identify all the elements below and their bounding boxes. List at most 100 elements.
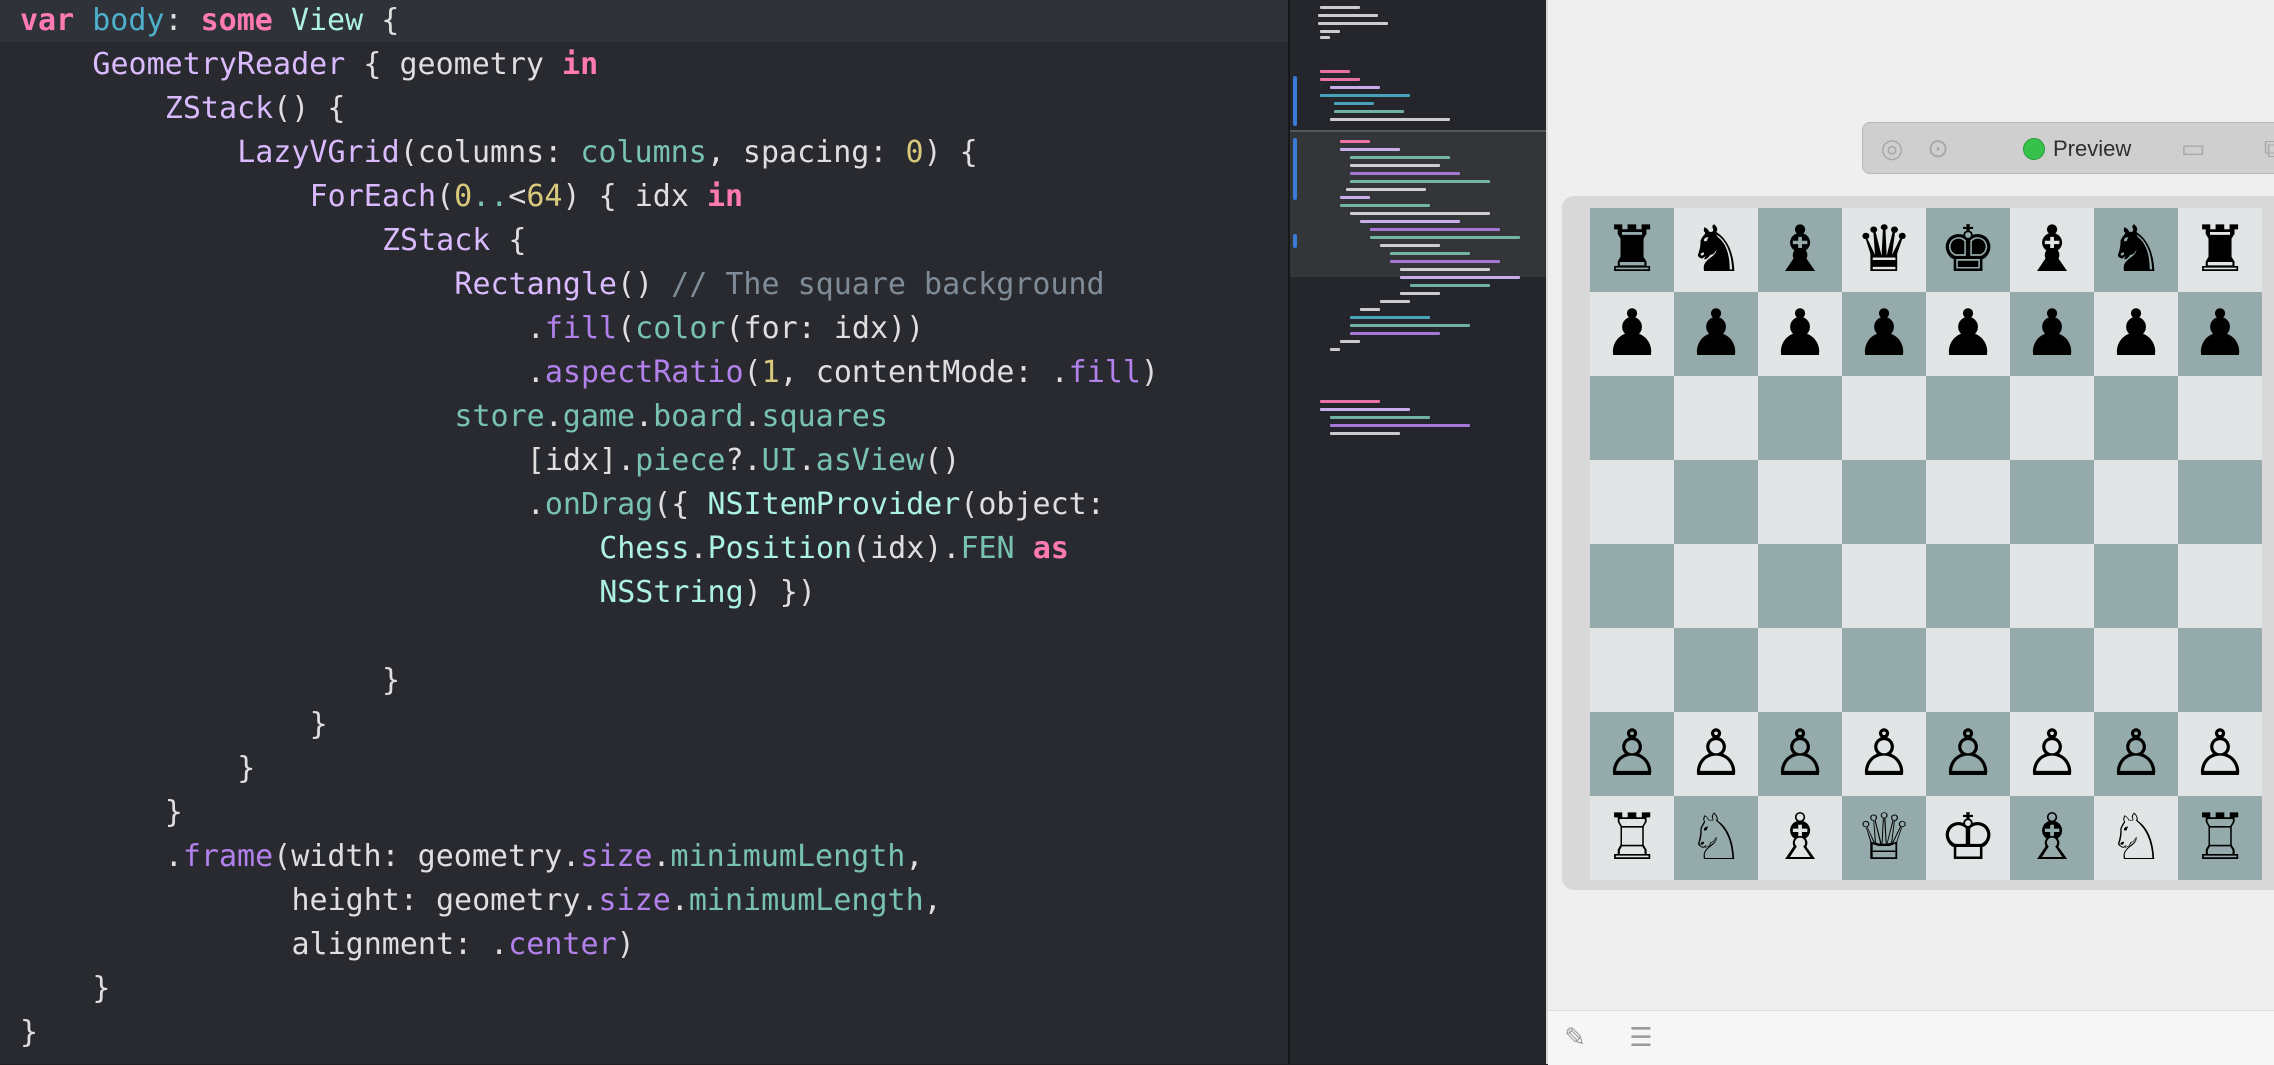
chess-square[interactable]: ♖ xyxy=(1590,796,1674,880)
chess-piece[interactable]: ♙ xyxy=(2023,712,2080,796)
chess-square[interactable]: ♔ xyxy=(1926,796,2010,880)
chess-piece[interactable]: ♞ xyxy=(2107,208,2164,292)
chess-square[interactable]: ♕ xyxy=(1842,796,1926,880)
chess-piece[interactable]: ♙ xyxy=(1855,712,1912,796)
chess-piece[interactable]: ♛ xyxy=(1855,208,1912,292)
chess-piece[interactable]: ♟ xyxy=(1771,292,1828,376)
chess-square[interactable] xyxy=(1674,544,1758,628)
chess-square[interactable] xyxy=(1674,376,1758,460)
chess-square[interactable] xyxy=(1674,460,1758,544)
chess-square[interactable] xyxy=(2094,376,2178,460)
chess-piece[interactable]: ♙ xyxy=(1771,712,1828,796)
chess-piece[interactable]: ♗ xyxy=(2023,796,2080,880)
chess-square[interactable]: ♞ xyxy=(1674,208,1758,292)
chess-piece[interactable]: ♜ xyxy=(2191,208,2248,292)
chess-square[interactable]: ♗ xyxy=(1758,796,1842,880)
chess-piece[interactable]: ♝ xyxy=(1771,208,1828,292)
chess-piece[interactable]: ♙ xyxy=(1939,712,1996,796)
chess-square[interactable] xyxy=(2010,628,2094,712)
chess-square[interactable]: ♟ xyxy=(1842,292,1926,376)
chess-piece[interactable]: ♕ xyxy=(1855,796,1912,880)
chess-square[interactable] xyxy=(1758,628,1842,712)
chess-square[interactable] xyxy=(1842,544,1926,628)
chess-square[interactable]: ♝ xyxy=(2010,208,2094,292)
minimap[interactable] xyxy=(1290,0,1546,1064)
chess-square[interactable] xyxy=(2010,460,2094,544)
chess-square[interactable]: ♙ xyxy=(1758,712,1842,796)
chess-piece[interactable]: ♟ xyxy=(2107,292,2164,376)
chess-piece[interactable]: ♙ xyxy=(1603,712,1660,796)
chess-square[interactable]: ♖ xyxy=(2178,796,2262,880)
chess-square[interactable] xyxy=(1758,544,1842,628)
chess-piece[interactable]: ♟ xyxy=(2023,292,2080,376)
preview-canvas[interactable]: ◎ ⊙ Preview ▭ ⧉ ♜ ♞ ♝ ♛ ♚ ♝ ♞ ♜ ♟ ♟ ♟ ♟ ♟ ♟ ♟ ♟ ♙ ♙ ♙ ♙ ♙ ♙ ♙ ♙… xyxy=(1546,0,2274,1065)
chess-square[interactable]: ♙ xyxy=(1926,712,2010,796)
chess-square[interactable] xyxy=(1758,460,1842,544)
chess-piece[interactable]: ♟ xyxy=(1939,292,1996,376)
chess-square[interactable]: ♙ xyxy=(1842,712,1926,796)
chess-square[interactable] xyxy=(2178,628,2262,712)
chess-square[interactable] xyxy=(1590,460,1674,544)
chess-square[interactable]: ♘ xyxy=(1674,796,1758,880)
chess-square[interactable]: ♙ xyxy=(2010,712,2094,796)
chess-square[interactable] xyxy=(1590,376,1674,460)
chess-square[interactable]: ♜ xyxy=(2178,208,2262,292)
chess-piece[interactable]: ♜ xyxy=(1603,208,1660,292)
chess-piece[interactable]: ♘ xyxy=(1687,796,1744,880)
chess-square[interactable]: ♞ xyxy=(2094,208,2178,292)
chess-piece[interactable]: ♗ xyxy=(1771,796,1828,880)
chess-square[interactable]: ♟ xyxy=(1758,292,1842,376)
chess-square[interactable] xyxy=(2094,544,2178,628)
chess-piece[interactable]: ♙ xyxy=(2107,712,2164,796)
chess-piece[interactable]: ♚ xyxy=(1939,208,1996,292)
chess-square[interactable]: ♚ xyxy=(1926,208,2010,292)
chess-square[interactable] xyxy=(1758,376,1842,460)
chess-square[interactable]: ♟ xyxy=(2094,292,2178,376)
chess-piece[interactable]: ♘ xyxy=(2107,796,2164,880)
preview-button-label[interactable]: Preview xyxy=(2053,135,2131,163)
chess-square[interactable]: ♜ xyxy=(1590,208,1674,292)
chess-square[interactable]: ♟ xyxy=(1926,292,2010,376)
chess-square[interactable]: ♘ xyxy=(2094,796,2178,880)
chess-square[interactable] xyxy=(2010,376,2094,460)
chess-piece[interactable]: ♟ xyxy=(2191,292,2248,376)
chess-square[interactable]: ♟ xyxy=(2178,292,2262,376)
chess-square[interactable] xyxy=(1926,628,2010,712)
chess-piece[interactable]: ♝ xyxy=(2023,208,2080,292)
chess-piece[interactable]: ♟ xyxy=(1855,292,1912,376)
chess-square[interactable] xyxy=(2094,460,2178,544)
chess-piece[interactable]: ♖ xyxy=(1603,796,1660,880)
chess-square[interactable] xyxy=(2178,376,2262,460)
chess-piece[interactable]: ♟ xyxy=(1687,292,1744,376)
chess-square[interactable]: ♗ xyxy=(2010,796,2094,880)
pin-icon[interactable]: ✎ xyxy=(1560,1023,1590,1053)
chess-square[interactable]: ♙ xyxy=(1590,712,1674,796)
chess-square[interactable] xyxy=(1590,544,1674,628)
chess-square[interactable]: ♛ xyxy=(1842,208,1926,292)
chess-piece[interactable]: ♖ xyxy=(2191,796,2248,880)
inspect-icon[interactable]: ⊙ xyxy=(1923,134,1953,164)
chess-square[interactable]: ♟ xyxy=(1674,292,1758,376)
chess-piece[interactable]: ♞ xyxy=(1687,208,1744,292)
chess-piece[interactable]: ♟ xyxy=(1603,292,1660,376)
chess-square[interactable] xyxy=(1842,628,1926,712)
chess-square[interactable] xyxy=(2178,460,2262,544)
code-editor[interactable]: var body: some View {GeometryReader { ge… xyxy=(0,0,1288,1064)
chess-piece[interactable]: ♙ xyxy=(1687,712,1744,796)
chess-square[interactable] xyxy=(1590,628,1674,712)
chess-square[interactable]: ♙ xyxy=(2178,712,2262,796)
duplicate-preview-icon[interactable]: ⧉ xyxy=(2258,134,2274,164)
chess-square[interactable] xyxy=(1674,628,1758,712)
chess-square[interactable]: ♙ xyxy=(1674,712,1758,796)
play-circle-icon[interactable]: ◎ xyxy=(1877,134,1907,164)
chess-square[interactable]: ♙ xyxy=(2094,712,2178,796)
chess-square[interactable]: ♟ xyxy=(2010,292,2094,376)
chess-square[interactable] xyxy=(2010,544,2094,628)
chess-square[interactable] xyxy=(2178,544,2262,628)
chess-square[interactable] xyxy=(1926,544,2010,628)
chess-square[interactable] xyxy=(1926,460,2010,544)
chess-square[interactable]: ♟ xyxy=(1590,292,1674,376)
chess-square[interactable] xyxy=(2094,628,2178,712)
chess-square[interactable] xyxy=(1842,460,1926,544)
chess-square[interactable] xyxy=(1926,376,2010,460)
